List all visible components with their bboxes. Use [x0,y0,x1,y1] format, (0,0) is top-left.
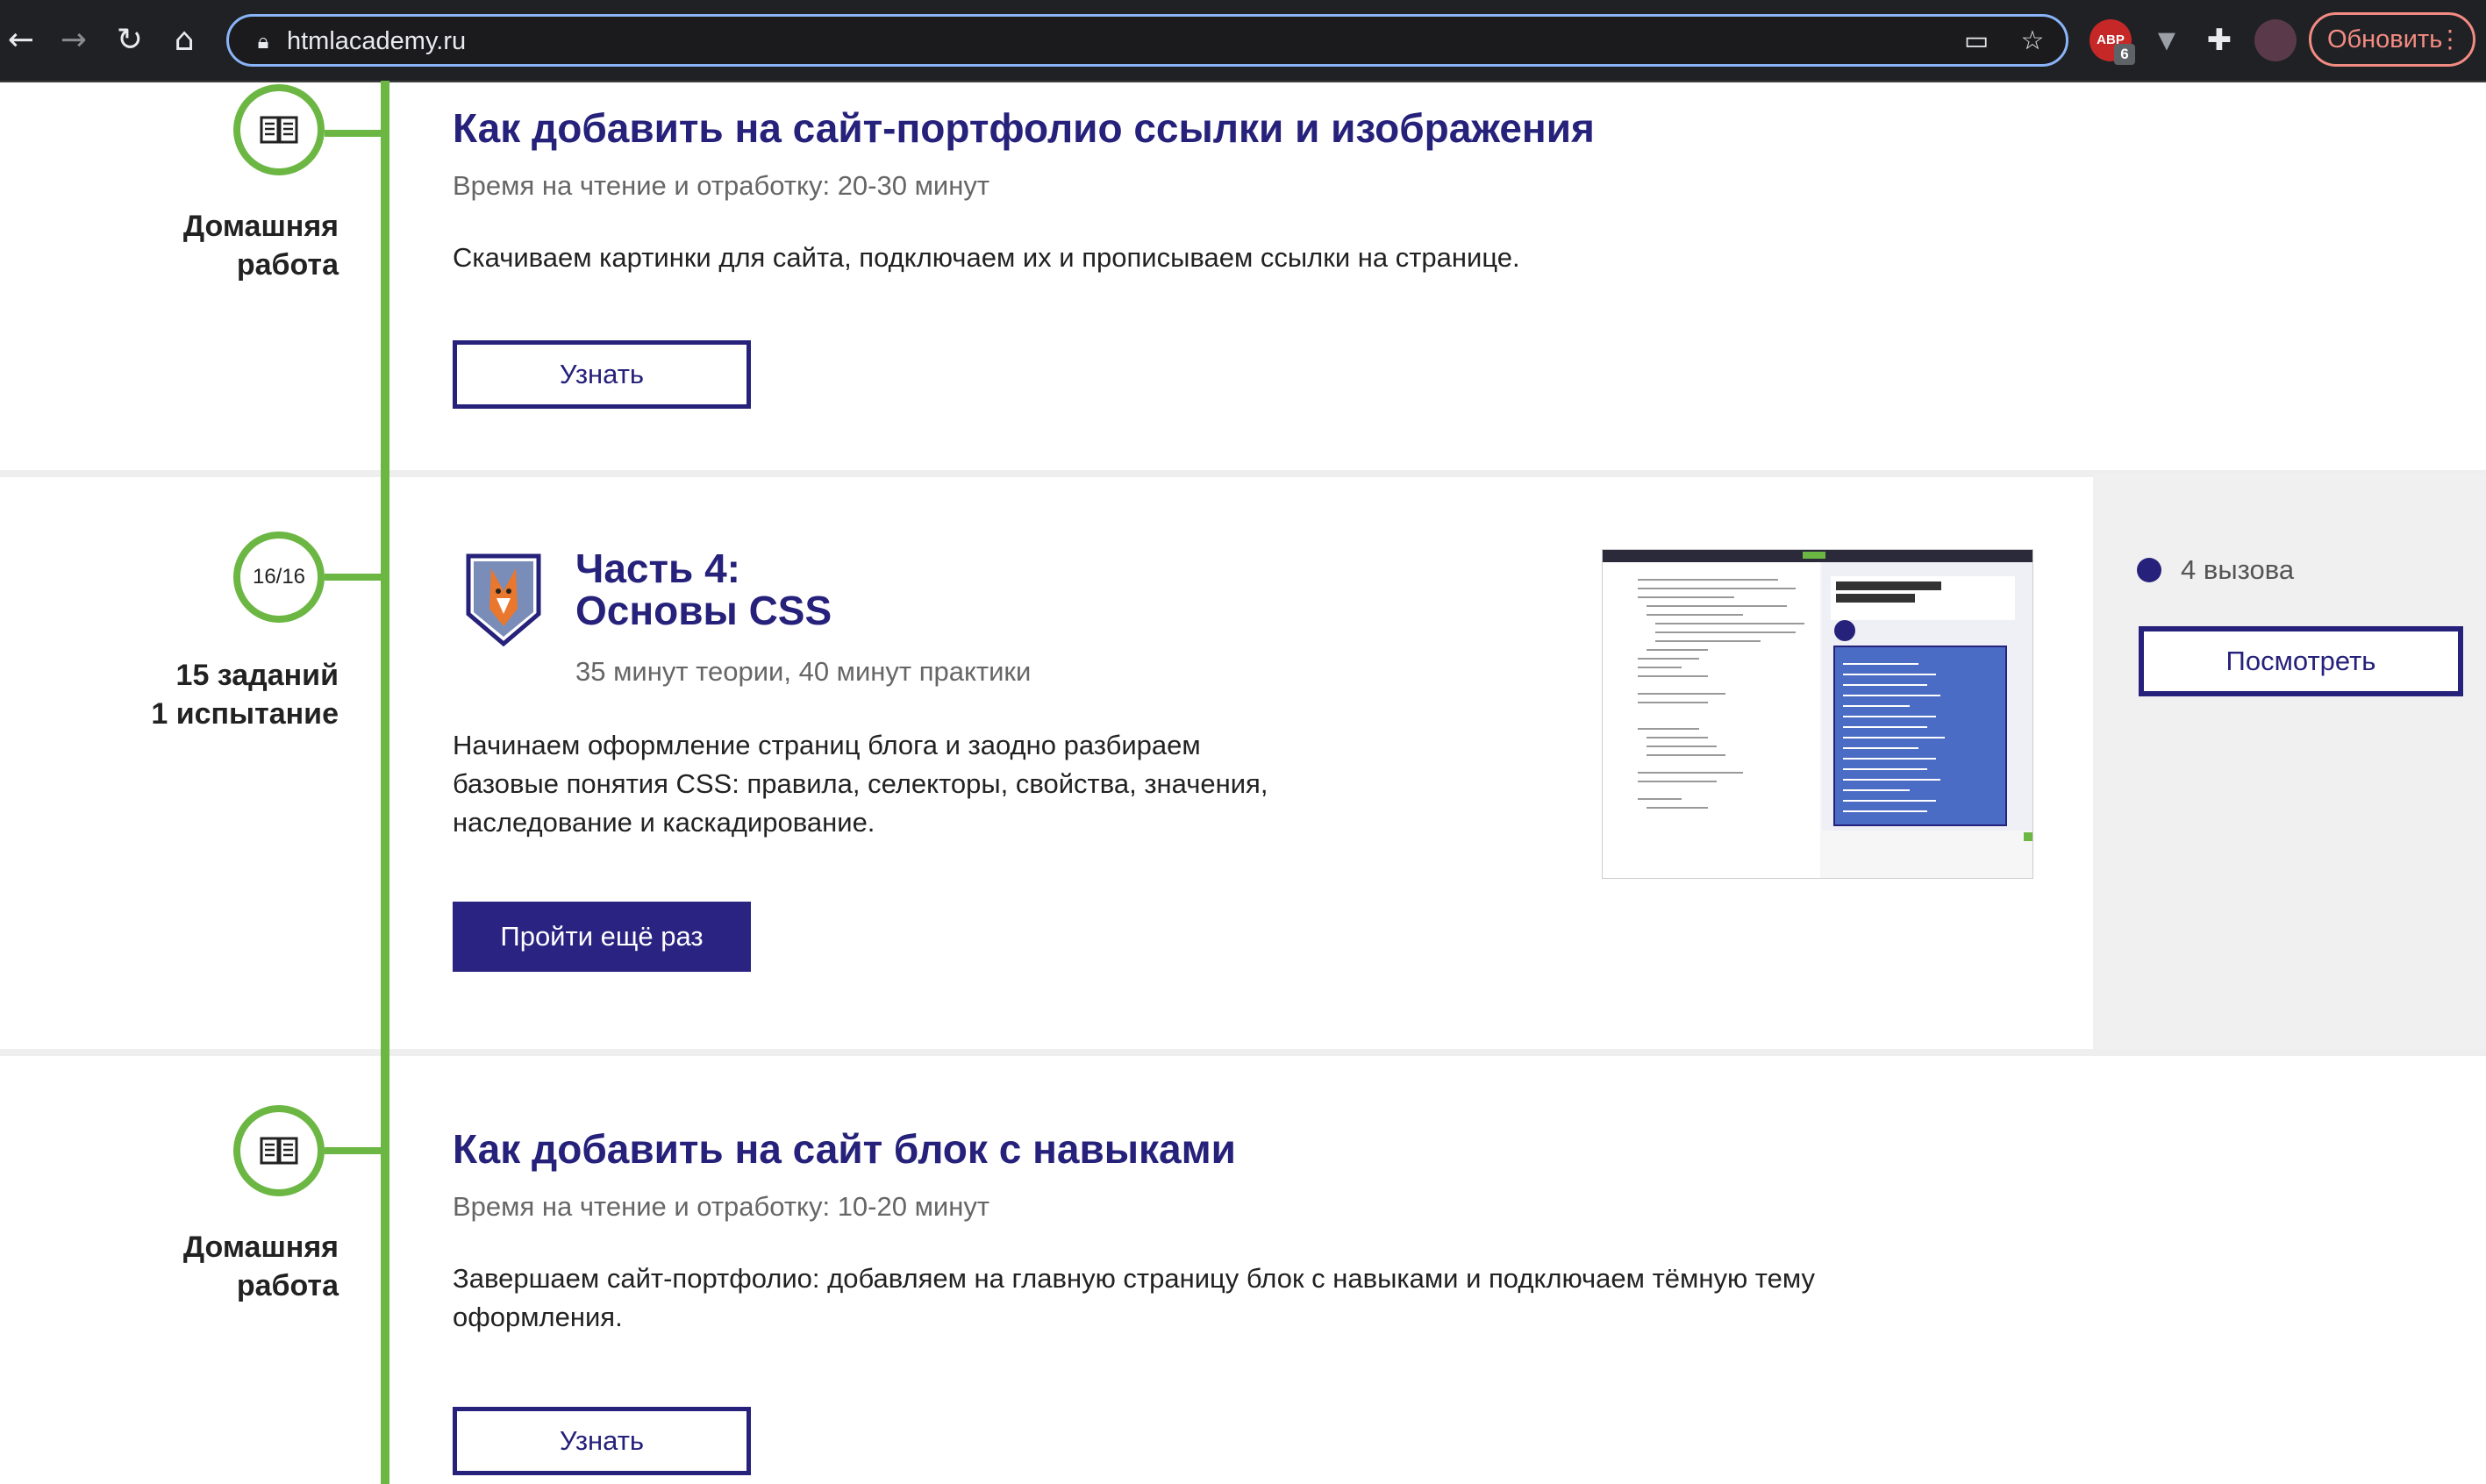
cast-icon[interactable]: ▭ [1961,25,1992,57]
challenges-count: 4 вызова [2181,554,2295,585]
side-label-line: Домашняя [182,210,339,243]
retake-button[interactable]: Пройти ещё раз [453,902,751,972]
reload-icon[interactable]: ↻ [109,19,151,61]
side-label-line: 15 заданий [175,659,339,692]
side-label: Домашняя работа [79,1228,339,1305]
home-icon[interactable]: ⌂ [163,19,205,61]
timeline-connector [325,1147,382,1154]
course-timeline [381,81,389,1484]
description-line: наследование и каскадирование. [453,807,875,838]
bookmark-star-icon[interactable]: ☆ [2017,25,2048,57]
lesson-title[interactable]: Как добавить на сайт-портфолио ссылки и … [453,103,1595,153]
browser-toolbar: ← → ↻ ⌂ 🔒︎ htmlacademy.ru ▭ ☆ ABP 6 ▼ ✚ … [0,0,2486,82]
side-label: 15 заданий 1 испытание [79,656,339,733]
editor-screenshot-illustration [1603,550,2032,878]
side-label-line: работа [236,248,339,282]
side-label-line: Домашняя [182,1231,339,1264]
homework-section-links: Домашняя работа Как добавить на сайт-пор… [0,81,2486,470]
side-label-line: работа [236,1269,339,1302]
lesson-description: Завершаем сайт-портфолио: добавляем на г… [453,1259,1815,1337]
description-line: Начинаем оформление страниц блога и заод… [453,730,1201,760]
url-text[interactable]: htmlacademy.ru [287,25,466,57]
chapter-description: Начинаем оформление страниц блога и заод… [453,726,1268,842]
update-button-label: Обновить [2327,25,2443,54]
chapter-section-css: 16/16 15 заданий 1 испытание Часть 4: Ос… [0,474,2486,1049]
extensions-puzzle-icon[interactable]: ✚ [2198,19,2240,61]
adblock-extension-icon[interactable]: ABP 6 [2090,19,2135,65]
progress-counter: 16/16 [252,565,306,589]
lesson-description: Скачиваем картинки для сайта, подключаем… [453,242,1520,273]
timeline-node-progress: 16/16 [233,532,325,623]
timeline-node-homework [233,84,325,175]
view-challenges-button[interactable]: Посмотреть [2139,626,2463,696]
description-line: Завершаем сайт-портфолио: добавляем на г… [453,1263,1816,1294]
timeline-node-homework [233,1105,325,1196]
timeline-connector [325,130,382,137]
section-divider [0,1049,2486,1056]
lesson-title[interactable]: Как добавить на сайт блок с навыками [453,1124,1236,1174]
chapter-title-line: Часть 4: [575,546,740,591]
chapter-meta: 35 минут теории, 40 минут практики [575,656,1032,687]
side-label: Домашняя работа [79,207,339,284]
lesson-meta: Время на чтение и отработку: 20-30 минут [453,170,990,201]
address-bar[interactable]: 🔒︎ htmlacademy.ru ▭ ☆ [226,14,2068,67]
learn-button[interactable]: Узнать [453,1407,751,1475]
adblock-count-badge: 6 [2114,44,2135,65]
homework-section-skills: Домашняя работа Как добавить на сайт бло… [0,1056,2486,1484]
description-line: базовые понятия CSS: правила, селекторы,… [453,768,1268,799]
update-button[interactable]: Обновить ⋮ [2309,12,2475,67]
more-menu-icon[interactable]: ⋮ [2438,15,2462,64]
course-page: Домашняя работа Как добавить на сайт-пор… [0,81,2486,1484]
challenge-dot-icon [2137,558,2161,582]
lock-icon[interactable]: 🔒︎ [250,29,276,55]
challenges-panel: 4 вызова Посмотреть [2093,474,2486,1049]
chapter-preview-image [1602,549,2033,879]
learn-button[interactable]: Узнать [453,340,751,409]
chapter-title[interactable]: Часть 4: Основы CSS [575,547,832,631]
forward-icon[interactable]: → [53,19,95,61]
side-label-line: 1 испытание [151,697,339,731]
timeline-connector [325,574,382,581]
description-line: оформления. [453,1302,623,1332]
book-icon [260,116,298,144]
lesson-meta: Время на чтение и отработку: 10-20 минут [453,1191,990,1222]
book-icon [260,1137,298,1165]
fox-shield-icon [466,553,541,647]
vue-extension-icon[interactable]: ▼ [2146,19,2188,61]
back-icon[interactable]: ← [0,19,42,61]
profile-avatar[interactable] [2254,19,2297,61]
chapter-title-line: Основы CSS [575,588,832,633]
